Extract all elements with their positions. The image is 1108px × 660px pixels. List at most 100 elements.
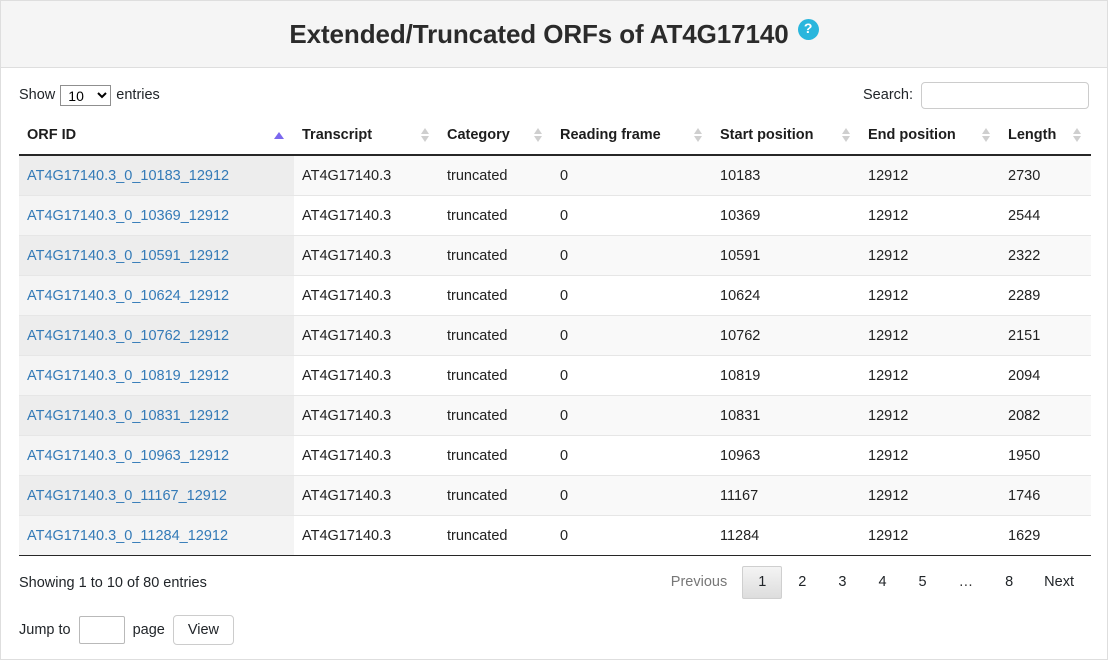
orf-id-link[interactable]: AT4G17140.3_0_10183_12912 xyxy=(27,168,229,184)
cell-length: 1746 xyxy=(1000,475,1091,516)
pagination-previous[interactable]: Previous xyxy=(656,566,742,599)
sort-none-icon[interactable] xyxy=(421,128,429,142)
cell-transcript: AT4G17140.3 xyxy=(294,355,439,396)
cell-category: truncated xyxy=(439,315,552,356)
table-top-controls: Show 102550100 entries Search: xyxy=(19,68,1089,118)
cell-transcript: AT4G17140.3 xyxy=(294,515,439,556)
sort-none-icon[interactable] xyxy=(694,128,702,142)
cell-reading_frame: 0 xyxy=(552,435,712,476)
cell-length: 2151 xyxy=(1000,315,1091,356)
table-info: Showing 1 to 10 of 80 entries xyxy=(19,574,207,591)
cell-end_position: 12912 xyxy=(860,154,1000,196)
show-label: Show xyxy=(19,87,56,103)
orf-id-link[interactable]: AT4G17140.3_0_10963_12912 xyxy=(27,448,229,464)
cell-reading_frame: 0 xyxy=(552,154,712,196)
orf-id-link[interactable]: AT4G17140.3_0_10819_12912 xyxy=(27,368,229,384)
cell-length: 2094 xyxy=(1000,355,1091,396)
jump-to-page-control: Jump to page View xyxy=(19,615,1089,651)
pagination-page-1[interactable]: 1 xyxy=(742,566,783,600)
cell-orf_id: AT4G17140.3_0_10369_12912 xyxy=(19,195,294,236)
cell-category: truncated xyxy=(439,275,552,316)
cell-end_position: 12912 xyxy=(860,515,1000,556)
sort-none-icon[interactable] xyxy=(1073,128,1081,142)
column-header-end_position[interactable]: End position xyxy=(860,118,1000,156)
column-header-label: Length xyxy=(1008,127,1057,143)
orf-id-link[interactable]: AT4G17140.3_0_10591_12912 xyxy=(27,248,229,264)
orf-table-card: Extended/Truncated ORFs of AT4G17140 ? S… xyxy=(0,0,1108,660)
cell-end_position: 12912 xyxy=(860,355,1000,396)
view-button[interactable]: View xyxy=(172,615,235,646)
pagination-next[interactable]: Next xyxy=(1029,566,1089,599)
cell-orf_id: AT4G17140.3_0_10762_12912 xyxy=(19,315,294,356)
cell-transcript: AT4G17140.3 xyxy=(294,154,439,196)
search-control: Search: xyxy=(863,81,1089,109)
sort-ascending-icon[interactable] xyxy=(274,131,284,139)
cell-start_position: 10831 xyxy=(712,395,860,436)
help-icon[interactable]: ? xyxy=(797,18,819,40)
cell-reading_frame: 0 xyxy=(552,395,712,436)
pagination-page-5[interactable]: 5 xyxy=(903,566,943,599)
card-header: Extended/Truncated ORFs of AT4G17140 ? xyxy=(1,1,1107,68)
column-header-transcript[interactable]: Transcript xyxy=(294,118,439,156)
help-icon-glyph: ? xyxy=(803,20,813,36)
cell-length: 2544 xyxy=(1000,195,1091,236)
cell-transcript: AT4G17140.3 xyxy=(294,275,439,316)
cell-orf_id: AT4G17140.3_0_10819_12912 xyxy=(19,355,294,396)
page-title-text: Extended/Truncated ORFs of AT4G17140 xyxy=(289,18,789,49)
cell-reading_frame: 0 xyxy=(552,515,712,556)
cell-reading_frame: 0 xyxy=(552,235,712,276)
cell-category: truncated xyxy=(439,475,552,516)
table-row: AT4G17140.3_0_11284_12912 AT4G17140.3 trun… xyxy=(19,515,1091,556)
cell-reading_frame: 0 xyxy=(552,475,712,516)
column-header-start_position[interactable]: Start position xyxy=(712,118,860,156)
pagination-page-8[interactable]: 8 xyxy=(989,566,1029,599)
cell-transcript: AT4G17140.3 xyxy=(294,235,439,276)
search-input[interactable] xyxy=(921,81,1089,109)
sort-none-icon[interactable] xyxy=(842,128,850,142)
cell-reading_frame: 0 xyxy=(552,355,712,396)
entries-label: entries xyxy=(116,87,160,103)
cell-start_position: 10624 xyxy=(712,275,860,316)
pagination-page-4[interactable]: 4 xyxy=(862,566,902,599)
cell-category: truncated xyxy=(439,435,552,476)
cell-orf_id: AT4G17140.3_0_10831_12912 xyxy=(19,395,294,436)
column-header-length[interactable]: Length xyxy=(1000,118,1091,156)
cell-end_position: 12912 xyxy=(860,275,1000,316)
jump-to-label: Jump to xyxy=(19,622,71,639)
orf-id-link[interactable]: AT4G17140.3_0_10762_12912 xyxy=(27,328,229,344)
sort-none-icon[interactable] xyxy=(982,128,990,142)
cell-end_position: 12912 xyxy=(860,315,1000,356)
orf-id-link[interactable]: AT4G17140.3_0_11284_12912 xyxy=(27,528,228,544)
pagination-page-2[interactable]: 2 xyxy=(782,566,822,599)
cell-orf_id: AT4G17140.3_0_10591_12912 xyxy=(19,235,294,276)
orf-id-link[interactable]: AT4G17140.3_0_10369_12912 xyxy=(27,208,229,224)
table-row: AT4G17140.3_0_10369_12912 AT4G17140.3 trun… xyxy=(19,195,1091,236)
page-label: page xyxy=(132,622,165,639)
cell-category: truncated xyxy=(439,515,552,556)
cell-length: 2082 xyxy=(1000,395,1091,436)
column-header-orf_id[interactable]: ORF ID xyxy=(19,118,294,156)
cell-category: truncated xyxy=(439,154,552,196)
cell-start_position: 11167 xyxy=(712,475,860,516)
jump-to-page-input[interactable] xyxy=(78,616,125,645)
cell-start_position: 10762 xyxy=(712,315,860,356)
column-header-label: Start position xyxy=(720,127,814,143)
orf-id-link[interactable]: AT4G17140.3_0_11167_12912 xyxy=(27,488,227,504)
footer-top-row: Showing 1 to 10 of 80 entries Previous 1… xyxy=(19,566,1089,600)
cell-transcript: AT4G17140.3 xyxy=(294,195,439,236)
orf-id-link[interactable]: AT4G17140.3_0_10831_12912 xyxy=(27,408,229,424)
cell-end_position: 12912 xyxy=(860,395,1000,436)
table-row: AT4G17140.3_0_10591_12912 AT4G17140.3 trun… xyxy=(19,235,1091,276)
cell-start_position: 10183 xyxy=(712,154,860,196)
pagination-page-3[interactable]: 3 xyxy=(822,566,862,599)
cell-orf_id: AT4G17140.3_0_10183_12912 xyxy=(19,154,294,196)
orf-id-link[interactable]: AT4G17140.3_0_10624_12912 xyxy=(27,288,229,304)
table-row: AT4G17140.3_0_10819_12912 AT4G17140.3 trun… xyxy=(19,355,1091,396)
cell-orf_id: AT4G17140.3_0_10963_12912 xyxy=(19,435,294,476)
column-header-reading_frame[interactable]: Reading frame xyxy=(552,118,712,156)
sort-none-icon[interactable] xyxy=(534,128,542,142)
search-label: Search: xyxy=(863,87,913,103)
pagination: Previous 1 2 3 4 5 … 8 Next xyxy=(656,566,1089,600)
column-header-category[interactable]: Category xyxy=(439,118,552,156)
page-length-select[interactable]: 102550100 xyxy=(60,84,112,106)
